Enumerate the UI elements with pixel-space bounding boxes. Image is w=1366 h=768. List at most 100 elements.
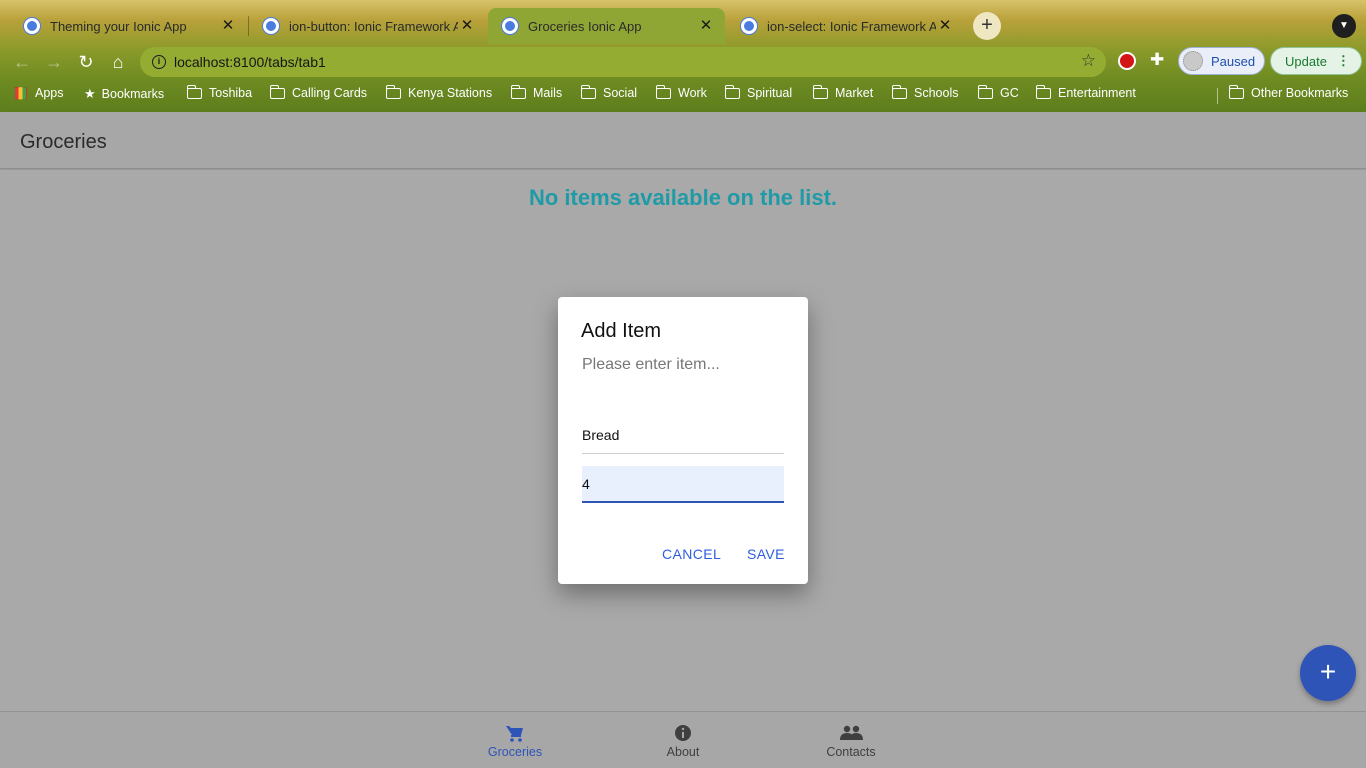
close-tab-icon[interactable]: ✕	[936, 17, 954, 35]
update-label: Update	[1285, 53, 1327, 69]
bookmark-label: Bookmarks	[101, 87, 165, 101]
extension-icon[interactable]	[1118, 52, 1136, 70]
add-item-dialog: Add Item Please enter item... CANCEL SAV…	[558, 297, 808, 584]
update-button[interactable]: Update ⋮	[1270, 47, 1362, 75]
browser-tab[interactable]: ion-button: Ionic Framework API ✕	[249, 8, 486, 44]
close-tab-icon[interactable]: ✕	[219, 17, 237, 35]
item-name-input[interactable]	[582, 416, 784, 454]
add-item-fab[interactable]: +	[1300, 645, 1356, 701]
cancel-button[interactable]: CANCEL	[662, 546, 721, 562]
bookmark-label: GC	[1000, 86, 1019, 100]
tab-label: Groceries	[487, 745, 543, 759]
browser-tab[interactable]: ion-select: Ionic Framework API ✕	[727, 8, 964, 44]
bookmark-label: Social	[603, 86, 638, 100]
folder-icon	[186, 84, 202, 99]
bookmark-label: Kenya Stations	[408, 86, 493, 100]
bookmarks-divider	[1217, 88, 1218, 104]
tab-strip: Theming your Ionic App ✕ ion-button: Ion…	[0, 0, 1366, 44]
folder-icon	[385, 84, 401, 99]
cart-icon	[506, 726, 523, 742]
close-tab-icon[interactable]: ✕	[697, 17, 715, 35]
tab-title: Groceries Ionic App	[528, 18, 642, 34]
avatar	[1183, 51, 1203, 71]
profile-button[interactable]: Paused	[1178, 47, 1265, 75]
bookmark-folder[interactable]: Toshiba	[186, 84, 253, 100]
bookmark-bookmarks[interactable]: ★ Bookmarks	[84, 86, 164, 102]
folder-icon	[812, 84, 828, 99]
reload-icon[interactable]: ↻	[72, 48, 100, 76]
back-icon[interactable]: ←	[8, 48, 36, 76]
folder-icon	[510, 84, 526, 99]
bookmark-folder[interactable]: Spiritual	[724, 84, 793, 100]
info-icon	[675, 725, 691, 741]
url-text: localhost:8100/tabs/tab1	[174, 54, 326, 70]
tab-about[interactable]: About	[599, 712, 767, 768]
tab-bar: Groceries About Contacts	[0, 711, 1366, 768]
folder-icon	[269, 84, 285, 99]
dialog-message: Please enter item...	[582, 356, 720, 373]
tab-label: Contacts	[826, 745, 876, 759]
folder-icon	[580, 84, 596, 99]
item-quantity-input[interactable]	[582, 466, 784, 503]
tab-favicon-icon	[741, 18, 757, 34]
folder-icon	[891, 84, 907, 99]
bookmark-label: Schools	[914, 86, 959, 100]
bookmarks-bar: Apps ★ Bookmarks Toshiba Calling Cards K…	[0, 82, 1366, 108]
bookmark-apps[interactable]: Apps	[14, 86, 64, 100]
bookmark-label: Market	[835, 86, 874, 100]
folder-icon	[1228, 84, 1244, 99]
bookmark-label: Spiritual	[747, 86, 793, 100]
bookmark-star-icon[interactable]: ☆	[1081, 51, 1096, 71]
bookmark-folder[interactable]: Entertainment	[1035, 84, 1136, 100]
apps-grid-icon	[14, 86, 27, 100]
tab-favicon-icon	[502, 18, 518, 34]
profile-status: Paused	[1211, 53, 1256, 69]
home-icon[interactable]: ⌂	[104, 48, 132, 76]
bookmark-label: Calling Cards	[292, 86, 368, 100]
bookmark-label: Work	[678, 86, 707, 100]
bookmark-folder[interactable]: Social	[580, 84, 638, 100]
bookmark-folder[interactable]: Calling Cards	[269, 84, 368, 100]
people-icon	[840, 725, 863, 740]
page-title: Groceries	[20, 131, 107, 153]
save-button[interactable]: SAVE	[747, 546, 785, 562]
bookmark-folder[interactable]: GC	[977, 84, 1019, 100]
bookmark-folder[interactable]: Kenya Stations	[385, 84, 493, 100]
bookmark-label: Entertainment	[1058, 86, 1136, 100]
bookmark-folder[interactable]: Market	[812, 84, 874, 100]
tab-title: Theming your Ionic App	[50, 18, 187, 34]
bookmark-label: Apps	[35, 86, 64, 100]
tab-search-icon[interactable]: ▼	[1332, 14, 1356, 38]
new-tab-button[interactable]: +	[973, 12, 1001, 40]
menu-dots-icon: ⋮	[1336, 53, 1350, 68]
tab-favicon-icon	[263, 18, 279, 34]
bookmark-label: Mails	[533, 86, 563, 100]
browser-tab[interactable]: Theming your Ionic App ✕	[10, 8, 247, 44]
star-icon: ★	[84, 86, 96, 101]
app-header: Groceries	[0, 112, 1366, 169]
tab-contacts[interactable]: Contacts	[767, 712, 935, 768]
empty-list-message: No items available on the list.	[528, 185, 838, 210]
bookmark-folder[interactable]: Work	[655, 84, 707, 100]
browser-chrome: Theming your Ionic App ✕ ion-button: Ion…	[0, 0, 1366, 112]
tab-title: ion-select: Ionic Framework API	[767, 18, 936, 34]
tab-title: ion-button: Ionic Framework API	[289, 18, 458, 34]
folder-icon	[724, 84, 740, 99]
browser-tab-active[interactable]: Groceries Ionic App ✕	[488, 8, 725, 44]
extensions-puzzle-icon[interactable]: ✚	[1150, 50, 1164, 70]
tab-groceries[interactable]: Groceries	[431, 712, 599, 768]
bookmark-label: Toshiba	[209, 86, 253, 100]
bookmark-folder[interactable]: Mails	[510, 84, 563, 100]
plus-icon: +	[1319, 656, 1337, 687]
forward-icon[interactable]: →	[40, 48, 68, 76]
tab-favicon-icon	[24, 18, 40, 34]
address-bar[interactable]: i localhost:8100/tabs/tab1 ☆	[140, 47, 1106, 77]
close-tab-icon[interactable]: ✕	[458, 17, 476, 35]
other-bookmarks[interactable]: Other Bookmarks	[1228, 84, 1349, 100]
bookmark-label: Other Bookmarks	[1251, 86, 1349, 100]
site-info-icon[interactable]: i	[152, 55, 166, 69]
folder-icon	[977, 84, 993, 99]
tab-label: About	[666, 745, 700, 759]
folder-icon	[1035, 84, 1051, 99]
bookmark-folder[interactable]: Schools	[891, 84, 959, 100]
